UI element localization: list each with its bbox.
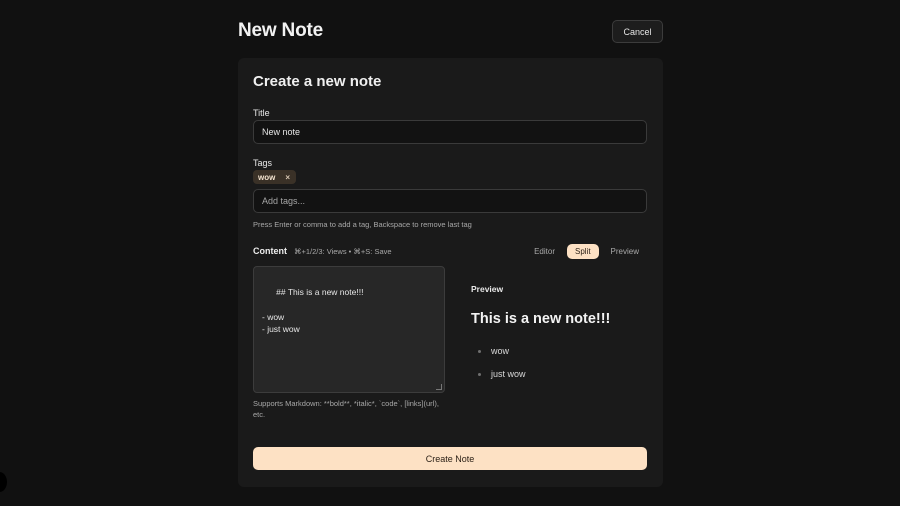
tag-chip-label: wow bbox=[258, 172, 276, 182]
page-title: New Note bbox=[238, 20, 323, 41]
title-input[interactable]: New note bbox=[253, 120, 647, 144]
view-mode-toggle: Editor Split Preview bbox=[526, 244, 647, 259]
new-note-page: New Note Cancel Create a new note Title … bbox=[0, 0, 900, 506]
form-heading: Create a new note bbox=[253, 73, 382, 90]
tags-label: Tags bbox=[253, 158, 273, 168]
tags-input[interactable]: Add tags... bbox=[253, 189, 647, 213]
close-icon[interactable]: × bbox=[285, 173, 290, 182]
view-editor-button[interactable]: Editor bbox=[526, 244, 563, 259]
list-item: wow bbox=[471, 346, 526, 369]
resize-handle-icon[interactable] bbox=[436, 384, 442, 390]
markdown-hint: Supports Markdown: **bold**, *italic*, `… bbox=[253, 399, 439, 419]
tags-hint: Press Enter or comma to add a tag, Backs… bbox=[253, 220, 472, 229]
preview-pane: Preview This is a new note!!! wow just w… bbox=[471, 266, 647, 406]
create-note-card: Create a new note Title New note Tags wo… bbox=[238, 58, 663, 487]
cancel-button[interactable]: Cancel bbox=[612, 20, 663, 43]
markdown-editor[interactable]: ## This is a new note!!! - wow - just wo… bbox=[253, 266, 445, 393]
content-header: Content ⌘+1/2/3: Views • ⌘+S: Save Edito… bbox=[253, 244, 647, 260]
preview-label: Preview bbox=[471, 284, 504, 294]
keyboard-shortcuts-hint: ⌘+1/2/3: Views • ⌘+S: Save bbox=[294, 247, 392, 256]
preview-list: wow just wow bbox=[471, 346, 526, 392]
preview-heading: This is a new note!!! bbox=[471, 311, 611, 327]
editor-text: ## This is a new note!!! - wow - just wo… bbox=[262, 286, 364, 335]
tag-chip: wow × bbox=[253, 170, 296, 184]
view-preview-button[interactable]: Preview bbox=[603, 244, 647, 259]
content-label: Content bbox=[253, 246, 287, 256]
create-note-button[interactable]: Create Note bbox=[253, 447, 647, 470]
title-label: Title bbox=[253, 108, 270, 118]
list-item: just wow bbox=[471, 369, 526, 392]
view-split-button[interactable]: Split bbox=[566, 244, 599, 259]
floating-badge[interactable] bbox=[0, 472, 7, 492]
